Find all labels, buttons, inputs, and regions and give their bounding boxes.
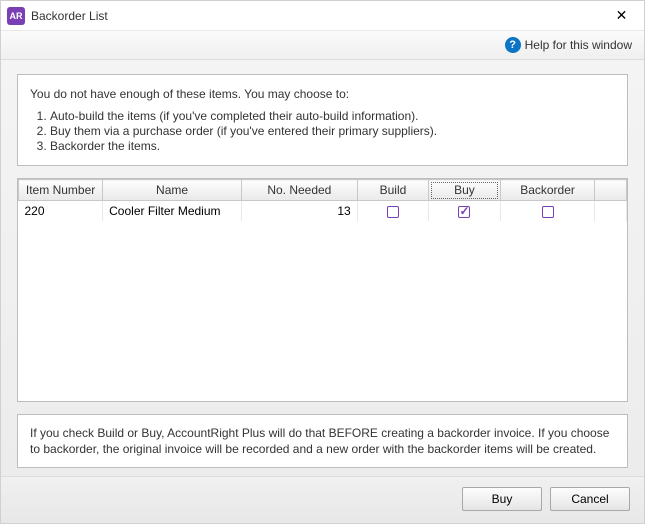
- buy-button[interactable]: Buy: [462, 487, 542, 511]
- option-buy: Buy them via a purchase order (if you've…: [50, 124, 615, 138]
- close-button[interactable]: ✕: [599, 1, 644, 31]
- hdr-no-needed[interactable]: No. Needed: [241, 180, 357, 201]
- titlebar: AR Backorder List ✕: [1, 1, 644, 31]
- backorder-list-window: AR Backorder List ✕ ? Help for this wind…: [0, 0, 645, 524]
- hdr-build[interactable]: Build: [357, 180, 429, 201]
- cell-blank: [595, 201, 627, 222]
- note-panel: If you check Build or Buy, AccountRight …: [17, 414, 628, 468]
- hdr-item-number[interactable]: Item Number: [19, 180, 103, 201]
- cell-no-needed: 13: [241, 201, 357, 222]
- message-panel: You do not have enough of these items. Y…: [17, 74, 628, 166]
- message-intro: You do not have enough of these items. Y…: [30, 87, 615, 101]
- hdr-blank: [595, 180, 627, 201]
- message-options: Auto-build the items (if you've complete…: [50, 109, 615, 153]
- cell-name: Cooler Filter Medium: [103, 201, 242, 222]
- items-table-wrap: Item Number Name No. Needed Build Buy Ba…: [17, 178, 628, 402]
- hdr-name[interactable]: Name: [103, 180, 242, 201]
- dialog-footer: Buy Cancel: [1, 476, 644, 523]
- hdr-backorder[interactable]: Backorder: [500, 180, 595, 201]
- buy-checkbox[interactable]: [458, 206, 470, 218]
- cell-backorder: [500, 201, 595, 222]
- note-text: If you check Build or Buy, AccountRight …: [30, 426, 609, 456]
- dialog-body: You do not have enough of these items. Y…: [1, 60, 644, 476]
- table-row[interactable]: 220Cooler Filter Medium13: [19, 201, 627, 222]
- help-bar: ? Help for this window: [1, 31, 644, 60]
- option-backorder: Backorder the items.: [50, 139, 615, 153]
- window-title: Backorder List: [31, 9, 108, 23]
- app-icon: AR: [7, 7, 25, 25]
- build-checkbox[interactable]: [387, 206, 399, 218]
- cell-buy: [429, 201, 501, 222]
- cell-item-number: 220: [19, 201, 103, 222]
- hdr-buy[interactable]: Buy: [429, 180, 501, 201]
- cell-build: [357, 201, 429, 222]
- help-icon: ?: [505, 37, 521, 53]
- backorder-checkbox[interactable]: [542, 206, 554, 218]
- items-table-header: Item Number Name No. Needed Build Buy Ba…: [19, 180, 627, 201]
- cancel-button[interactable]: Cancel: [550, 487, 630, 511]
- items-table: Item Number Name No. Needed Build Buy Ba…: [18, 179, 627, 221]
- help-link[interactable]: Help for this window: [525, 38, 632, 52]
- option-autobuild: Auto-build the items (if you've complete…: [50, 109, 615, 123]
